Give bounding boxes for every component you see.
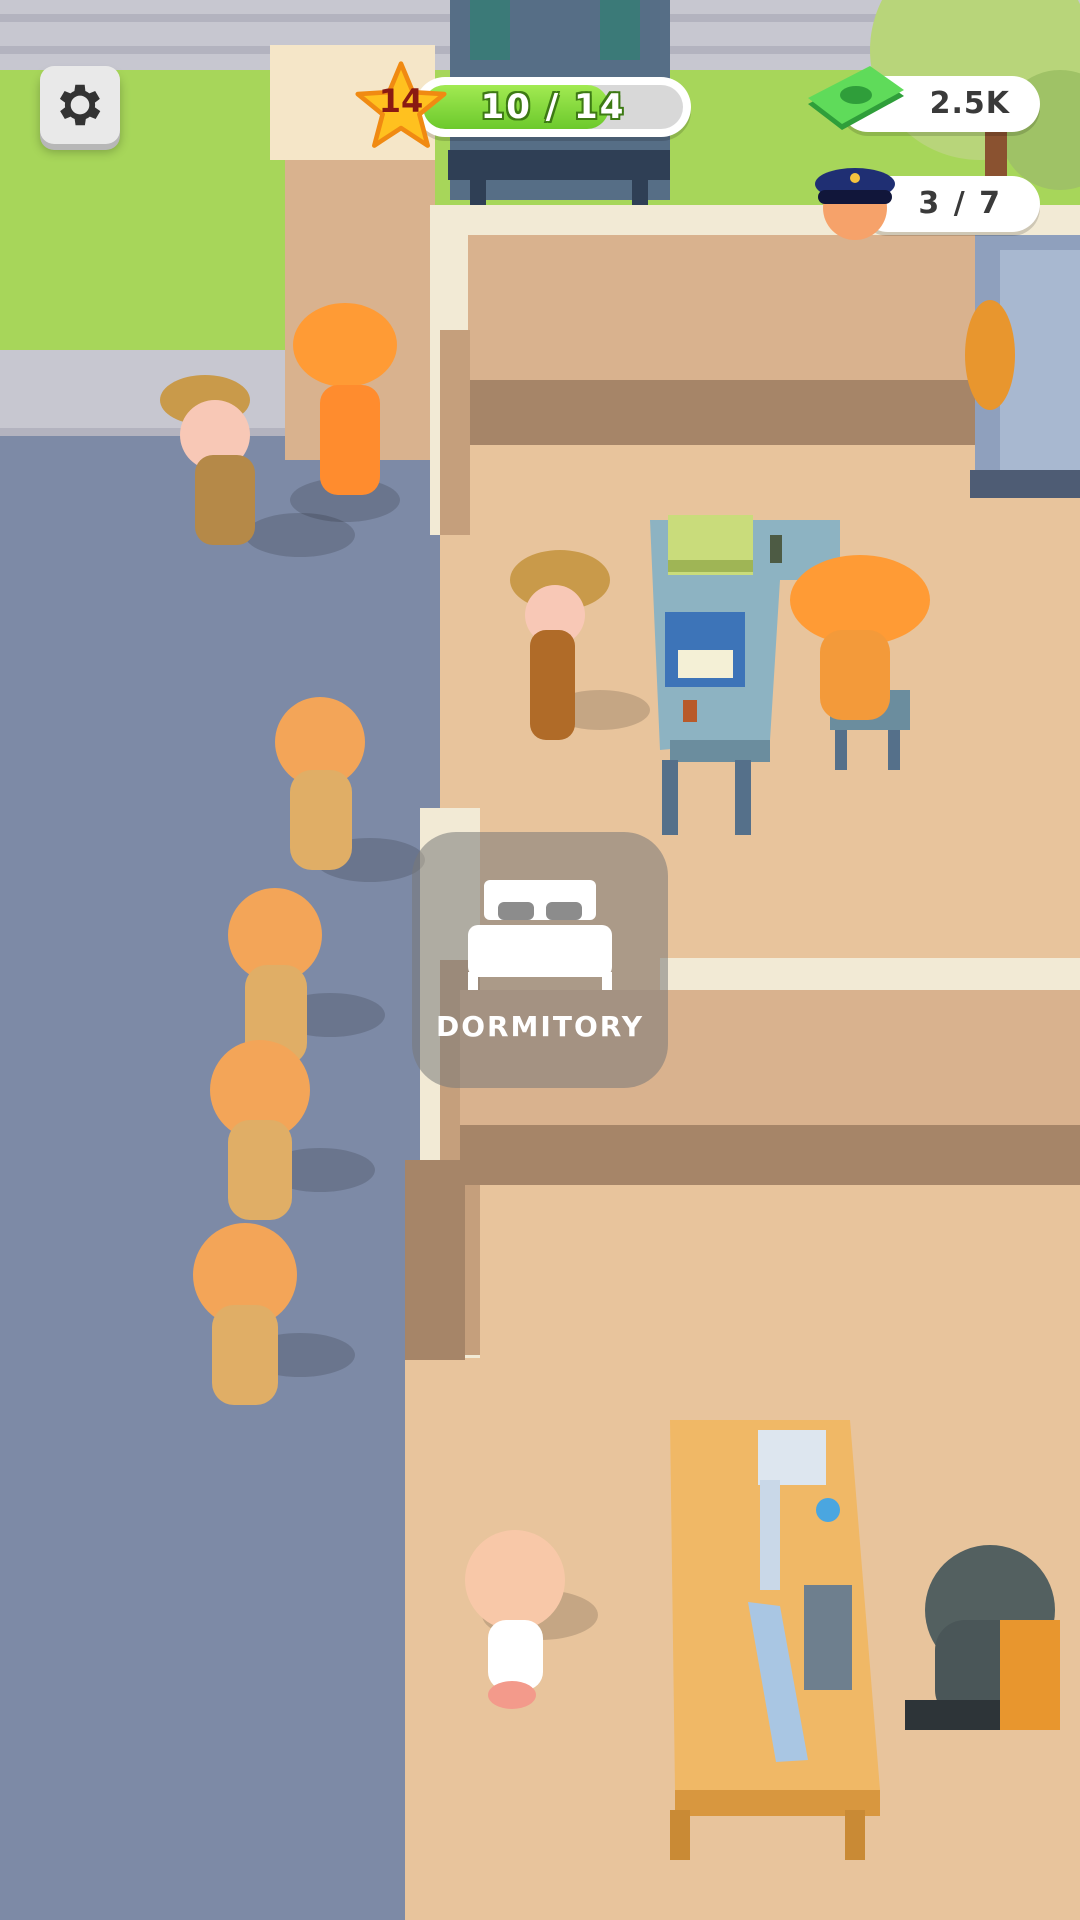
cash-icon [808,66,904,130]
money-value: 2.5K [929,86,1010,121]
gear-icon [59,84,101,126]
settings-button[interactable] [40,66,120,144]
guard-cap-icon [815,168,895,240]
staff-value: 3 / 7 [918,186,1002,221]
level-progress: 10 / 14 14 [355,60,691,210]
level-progress-text: 10 / 14 [480,87,626,127]
dormitory-label: DORMITORY [435,1010,645,1043]
bed-icon [468,880,612,990]
dormitory-zone[interactable]: DORMITORY [412,832,668,1088]
level-number: 14 [378,82,424,120]
